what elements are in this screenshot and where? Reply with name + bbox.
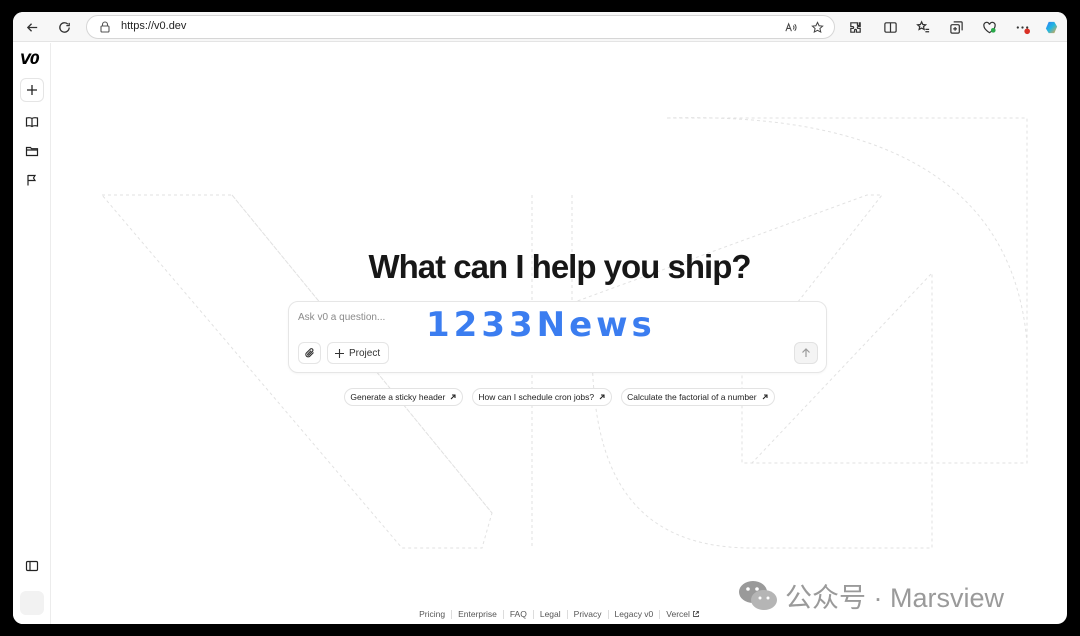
url-text[interactable]: https://v0.dev — [121, 20, 186, 32]
send-button[interactable] — [794, 342, 818, 364]
page-title: What can I help you ship? — [368, 248, 751, 285]
back-arrow-icon[interactable] — [21, 16, 43, 38]
project-button-label: Project — [349, 347, 381, 359]
plus-icon — [27, 85, 37, 95]
lock-icon — [98, 20, 112, 34]
arrow-up-icon — [802, 348, 810, 357]
refresh-icon[interactable] — [53, 16, 75, 38]
footer-link-faq[interactable]: FAQ — [510, 609, 527, 619]
arrow-up-right-icon — [762, 394, 768, 400]
arrow-up-right-icon — [450, 394, 456, 400]
suggestion-chip[interactable]: Calculate the factorial of a number — [621, 388, 775, 406]
divider — [451, 609, 453, 619]
copilot-icon[interactable] — [1040, 16, 1062, 38]
sidebar: V0 — [13, 43, 51, 624]
footer-link-legal[interactable]: Legal — [540, 609, 561, 619]
divider — [607, 609, 609, 619]
footer-link-pricing[interactable]: Pricing — [419, 609, 445, 619]
plus-icon — [335, 348, 344, 358]
read-aloud-icon[interactable] — [782, 19, 798, 35]
projects-folder-icon[interactable] — [20, 139, 44, 163]
extensions-icon[interactable] — [844, 16, 866, 38]
paperclip-icon — [304, 348, 314, 358]
attach-button[interactable] — [298, 342, 321, 364]
divider — [566, 609, 568, 619]
divider — [659, 609, 661, 619]
external-link-icon — [692, 611, 699, 617]
suggestion-label: Generate a sticky header — [350, 392, 446, 402]
main-content: What can I help you ship? Ask v0 a quest… — [52, 43, 1067, 624]
wechat-watermark: 公众号 · Marsview — [737, 576, 1004, 615]
v0-logo[interactable]: V0 — [20, 52, 40, 68]
overlay-watermark: 1233News — [426, 305, 656, 345]
footer-link-legacy-v0[interactable]: Legacy v0 — [615, 609, 654, 619]
project-button[interactable]: Project — [327, 342, 390, 364]
browser-window: https://v0.dev V0 What can I help you sh… — [13, 12, 1067, 624]
suggestion-label: How can I schedule cron jobs? — [478, 392, 595, 402]
user-avatar[interactable] — [20, 591, 44, 615]
browser-essentials-icon[interactable] — [978, 16, 1000, 38]
collections-icon[interactable] — [945, 16, 967, 38]
prompt-input[interactable]: Ask v0 a question... — [298, 312, 385, 323]
more-menu-icon[interactable] — [1011, 16, 1033, 38]
new-chat-button[interactable] — [20, 78, 44, 102]
split-screen-icon[interactable] — [879, 16, 901, 38]
divider — [532, 609, 534, 619]
toggle-sidebar-icon[interactable] — [20, 554, 44, 578]
arrow-up-right-icon — [599, 394, 605, 400]
suggestion-chip[interactable]: How can I schedule cron jobs? — [472, 388, 613, 406]
suggestion-chips: Generate a sticky header How can I sched… — [52, 388, 1067, 406]
browser-toolbar: https://v0.dev — [13, 12, 1067, 42]
favorites-list-icon[interactable] — [912, 16, 934, 38]
library-book-icon[interactable] — [20, 110, 44, 134]
footer-link-vercel-label: Vercel — [666, 609, 690, 619]
footer-link-vercel[interactable]: Vercel — [666, 609, 700, 619]
suggestion-label: Calculate the factorial of a number — [627, 392, 757, 402]
favorite-star-icon[interactable] — [809, 19, 825, 35]
divider — [502, 609, 504, 619]
footer-link-enterprise[interactable]: Enterprise — [458, 609, 497, 619]
suggestion-chip[interactable]: Generate a sticky header — [344, 388, 464, 406]
wechat-watermark-text: 公众号 · Marsview — [785, 583, 1005, 613]
feedback-flag-icon[interactable] — [20, 168, 44, 192]
wechat-logo-icon — [739, 580, 777, 610]
address-bar[interactable]: https://v0.dev — [86, 15, 835, 39]
footer-link-privacy[interactable]: Privacy — [574, 609, 602, 619]
